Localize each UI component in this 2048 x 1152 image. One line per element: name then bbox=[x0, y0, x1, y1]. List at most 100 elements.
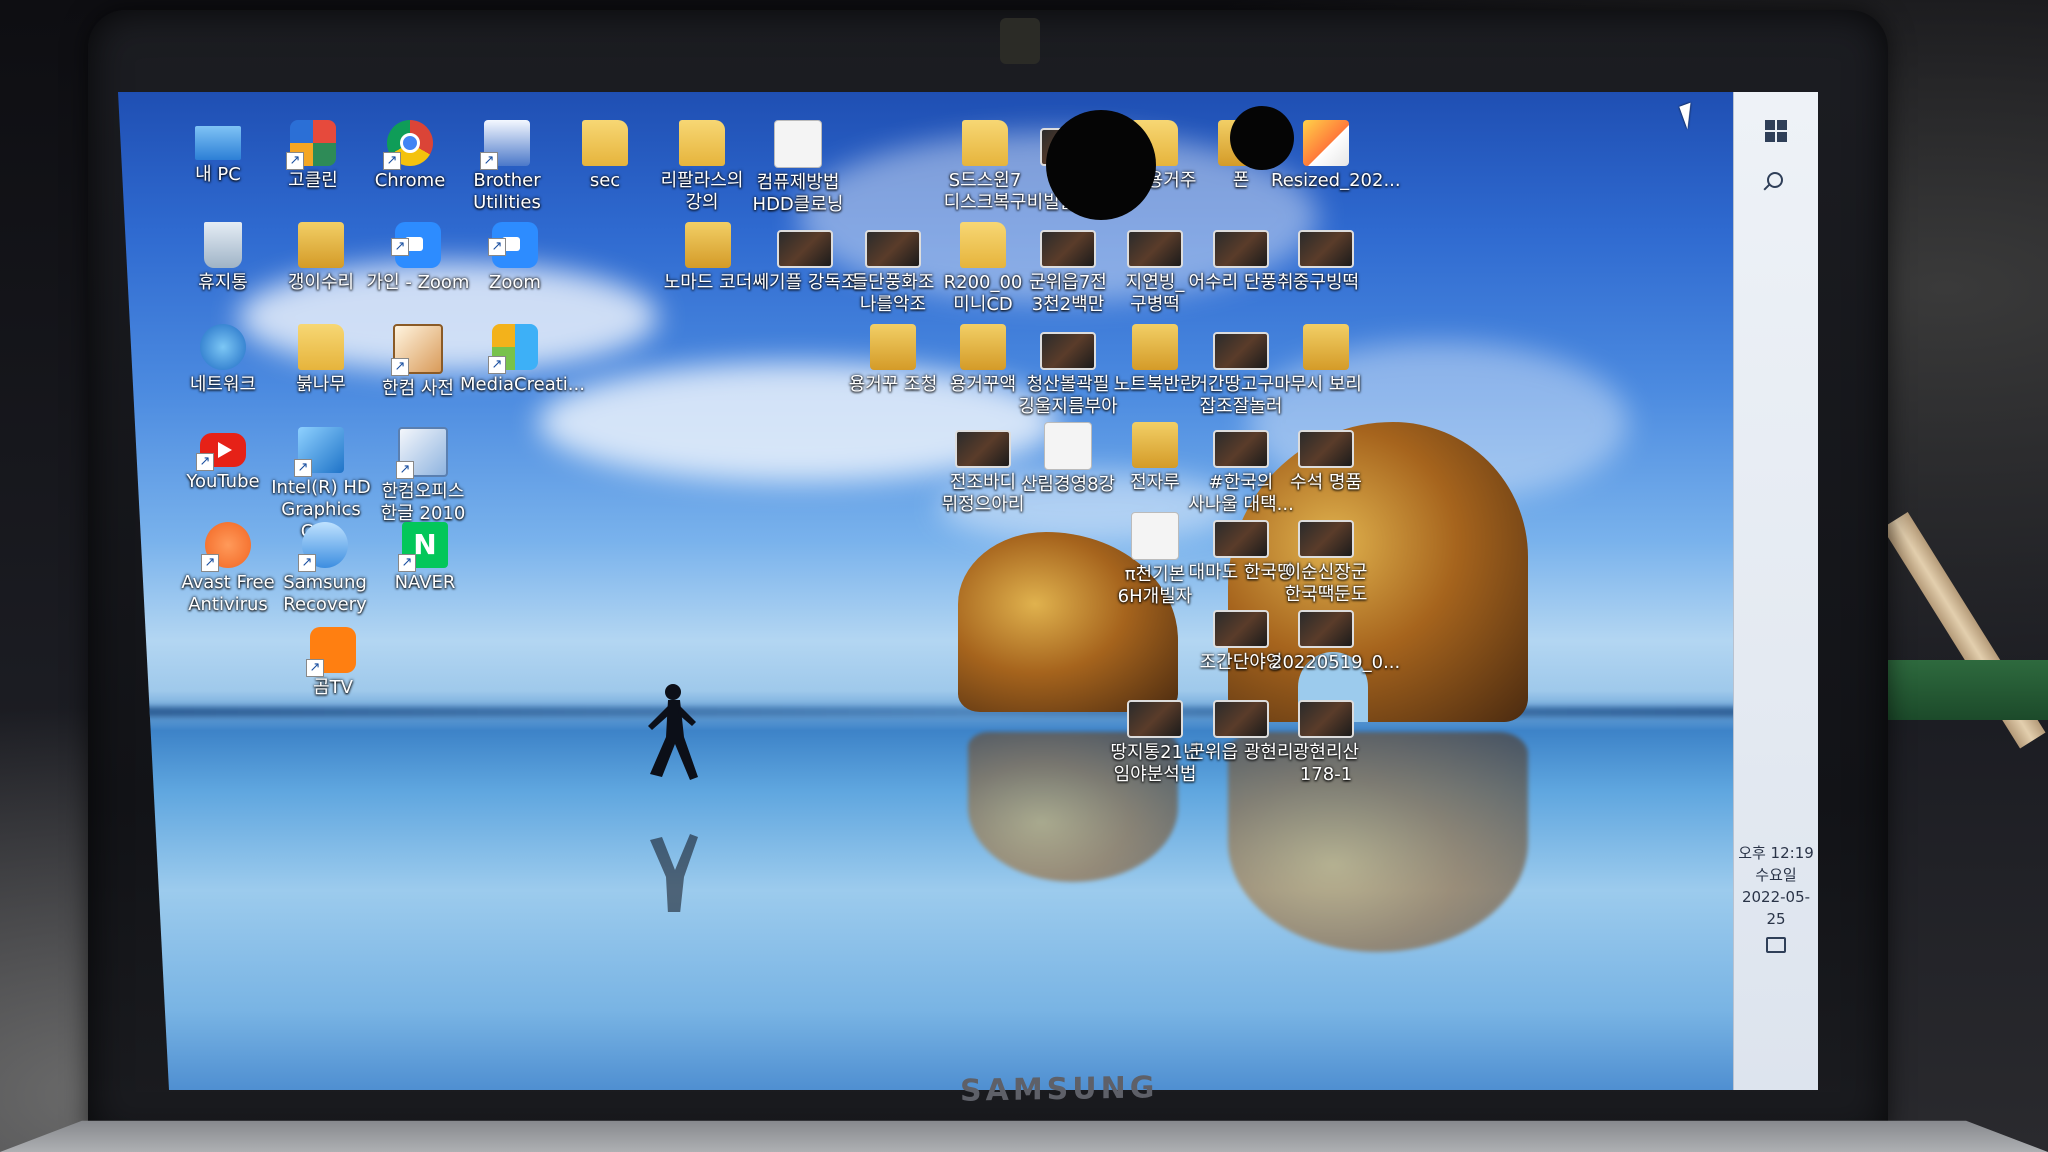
desktop-icon-label: 휴지통 bbox=[198, 272, 248, 293]
video-thumbnail-icon bbox=[1127, 700, 1183, 738]
desktop-icon-label: Samsung Recovery bbox=[283, 572, 367, 615]
system-clock[interactable]: 오후 12:19 수요일 2022-05-25 bbox=[1734, 842, 1818, 930]
desktop-icon-label: 컴퓨제방법 HDD클로닝 bbox=[752, 172, 844, 215]
zoom-icon bbox=[488, 222, 538, 268]
desktop-icon-label: Avast Free Antivirus bbox=[181, 572, 275, 615]
youtube-icon bbox=[196, 433, 246, 471]
desktop-icon-label: 이순신장군 한국땍둔도 bbox=[1284, 562, 1368, 605]
desktop-icon-label: MediaCreati... bbox=[460, 374, 585, 395]
video-thumbnail-icon bbox=[1213, 430, 1269, 468]
desktop-icon-label: 내 PC bbox=[195, 164, 241, 185]
video-thumbnail-icon bbox=[1213, 230, 1269, 268]
screen-smudge bbox=[1046, 110, 1156, 220]
desktop-icon-label: 네트워크 bbox=[189, 374, 257, 395]
windows-start-icon[interactable] bbox=[1765, 120, 1787, 142]
desktop-icon-label: Brother Utilities bbox=[473, 170, 541, 213]
desktop-icon-label: 광현리산 178-1 bbox=[1292, 742, 1360, 785]
recycle-bin-icon bbox=[204, 222, 242, 268]
desktop-icon[interactable]: 휴지통 bbox=[168, 222, 278, 294]
desktop-icon-label: 고클린 bbox=[288, 170, 338, 191]
pc-icon bbox=[195, 126, 241, 160]
desktop-icon[interactable]: 중구빙떡 bbox=[1271, 222, 1381, 294]
document-icon bbox=[774, 120, 822, 168]
folder-icon bbox=[962, 120, 1008, 166]
video-thumbnail-icon bbox=[1040, 230, 1096, 268]
folder-icon bbox=[298, 324, 344, 370]
folder-icon bbox=[960, 324, 1006, 370]
desktop-icon[interactable]: 컴퓨제방법 HDD클로닝 bbox=[743, 120, 853, 216]
folder-icon bbox=[298, 222, 344, 268]
desktop-icon[interactable]: Brother Utilities bbox=[452, 120, 562, 214]
video-thumbnail-icon bbox=[1127, 230, 1183, 268]
desktop-icon-label: NAVER bbox=[394, 572, 456, 593]
media-creation-icon bbox=[488, 324, 538, 374]
clock-day: 수요일 bbox=[1755, 866, 1797, 884]
document-icon bbox=[1131, 512, 1179, 560]
avast-icon bbox=[201, 522, 251, 572]
video-thumbnail-icon bbox=[1298, 520, 1354, 558]
desktop-icon[interactable]: YouTube bbox=[168, 427, 278, 493]
desktop-icon[interactable]: 리팔라스의 강의 bbox=[647, 120, 757, 214]
desktop-icon[interactable]: 수석 명품 bbox=[1271, 422, 1381, 494]
webcam-cover bbox=[1000, 18, 1040, 64]
desktop-icon[interactable]: Samsung Recovery bbox=[270, 522, 380, 616]
hancom-office-icon bbox=[396, 427, 448, 479]
desktop-icon-label: 가인 - Zoom bbox=[366, 272, 470, 293]
desktop-icon[interactable]: Chrome bbox=[355, 120, 465, 192]
running-person bbox=[648, 684, 698, 912]
samsung-recovery-icon bbox=[298, 522, 348, 572]
desktop-icon[interactable]: 네트워크 bbox=[168, 324, 278, 396]
network-icon bbox=[200, 324, 246, 370]
video-thumbnail-icon bbox=[1213, 700, 1269, 738]
desktop-icon[interactable]: Zoom bbox=[460, 222, 570, 294]
desktop-icon-label: 수석 명품 bbox=[1290, 472, 1362, 493]
video-thumbnail-icon bbox=[1298, 230, 1354, 268]
desktop-icon-label: YouTube bbox=[186, 471, 260, 492]
clock-date: 2022-05-25 bbox=[1741, 888, 1811, 928]
desktop-icon[interactable]: sec bbox=[550, 120, 660, 192]
desktop-icon[interactable]: 한컴 사전 bbox=[363, 324, 473, 400]
desktop-icon[interactable]: 광현리산 178-1 bbox=[1271, 692, 1381, 786]
dictionary-icon bbox=[391, 324, 443, 376]
document-icon bbox=[1044, 422, 1092, 470]
video-thumbnail-icon bbox=[1298, 700, 1354, 738]
desktop-icon[interactable]: Avast Free Antivirus bbox=[173, 522, 283, 616]
taskbar: 오후 12:19 수요일 2022-05-25 bbox=[1733, 92, 1818, 1090]
desktop-icon-label: Chrome bbox=[374, 170, 446, 191]
desktop-icon-label: 20220519_0... bbox=[1271, 652, 1401, 673]
folder-icon bbox=[960, 222, 1006, 268]
search-icon[interactable] bbox=[1767, 172, 1783, 188]
folder-icon bbox=[1303, 324, 1349, 370]
intel-graphics-icon bbox=[294, 427, 344, 477]
desktop-icon-label: Zoom bbox=[489, 272, 541, 293]
desktop-icon-label: 중구빙떡 bbox=[1292, 272, 1360, 293]
desktop-icon[interactable]: 붉나무 bbox=[266, 324, 376, 396]
desktop-icon[interactable]: 20220519_0... bbox=[1271, 602, 1401, 674]
desktop-icon-label: 한컴 사전 bbox=[382, 378, 454, 399]
desktop-icon[interactable]: 갱이수리 bbox=[266, 222, 376, 294]
desktop-icon[interactable]: MediaCreati... bbox=[460, 324, 585, 396]
desktop-icon[interactable]: 노마드 코더 bbox=[653, 222, 763, 294]
video-thumbnail-icon bbox=[1213, 520, 1269, 558]
clock-time: 오후 12:19 bbox=[1738, 844, 1814, 862]
laptop-brand-logo: SAMSUNG bbox=[960, 1070, 1159, 1109]
goclean-icon bbox=[286, 120, 336, 170]
desktop-icon[interactable]: 고클린 bbox=[258, 120, 368, 192]
brother-icon bbox=[480, 120, 530, 170]
desktop-icon-label: 노마드 코더 bbox=[663, 272, 753, 293]
folder-icon bbox=[679, 120, 725, 166]
action-center-icon[interactable] bbox=[1766, 937, 1786, 953]
desktop-icon[interactable]: NAVER bbox=[370, 522, 480, 594]
desktop-icon-label: Resized_202... bbox=[1271, 170, 1401, 191]
desktop-icon[interactable]: 곰TV bbox=[278, 627, 388, 699]
desktop-icon[interactable]: 가인 - Zoom bbox=[363, 222, 473, 294]
video-thumbnail-icon bbox=[1298, 430, 1354, 468]
desktop-icon[interactable]: 내 PC bbox=[163, 120, 273, 186]
screen-smudge bbox=[1230, 106, 1294, 170]
desktop-icon[interactable]: 이순신장군 한국땍둔도 bbox=[1271, 512, 1381, 606]
zoom-icon bbox=[391, 222, 441, 268]
desktop-icon[interactable]: 한컴오피스 한글 2010 bbox=[368, 427, 478, 525]
green-object bbox=[1880, 660, 2048, 720]
desktop-icon-label: 갱이수리 bbox=[287, 272, 355, 293]
desktop-icon[interactable]: 무시 보리 bbox=[1271, 324, 1381, 396]
